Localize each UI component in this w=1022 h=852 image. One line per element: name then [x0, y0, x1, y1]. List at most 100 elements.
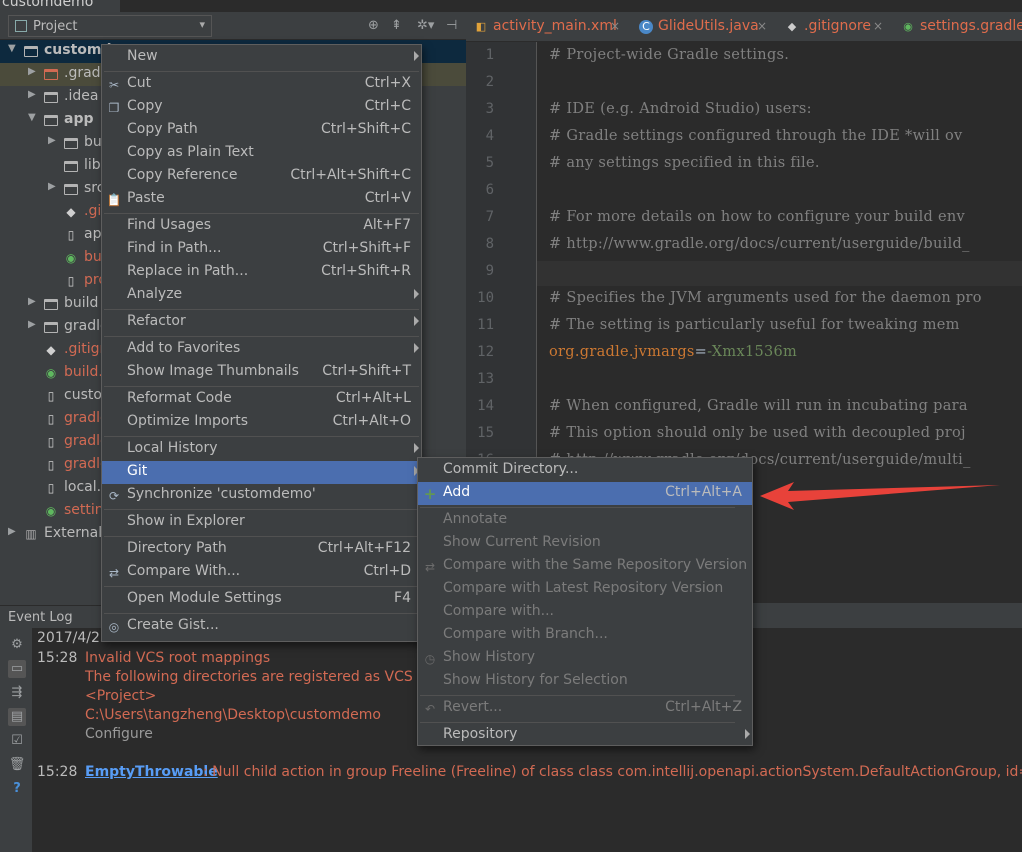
- menu-item-analyze[interactable]: Analyze: [102, 284, 421, 307]
- menu-item-synchronize-customdemo[interactable]: ⟳ Synchronize 'customdemo': [102, 484, 421, 507]
- log-error-message: : Null child action in group Freeline (F…: [203, 764, 1022, 780]
- menu-item-create-gist[interactable]: ◎ Create Gist...: [102, 615, 421, 638]
- menu-item-directory-path[interactable]: Directory Path Ctrl+Alt+F12: [102, 538, 421, 561]
- gear-icon[interactable]: ✲▾: [417, 18, 434, 33]
- close-icon[interactable]: ×: [873, 19, 883, 33]
- menu-item-open-module-settings[interactable]: Open Module Settings F4: [102, 588, 421, 611]
- collapsed-arrow-icon[interactable]: ▶: [28, 319, 36, 330]
- collapsed-arrow-icon[interactable]: ▶: [28, 296, 36, 307]
- menu-item-annotate[interactable]: Annotate: [418, 509, 752, 532]
- menu-item-commit-directory[interactable]: Commit Directory...: [418, 459, 752, 482]
- property-value: -Xmx1536m: [707, 344, 798, 360]
- menu-item-add-to-favorites[interactable]: Add to Favorites: [102, 338, 421, 361]
- menu-separator: [104, 71, 419, 72]
- menu-item-add-icon: +: [423, 485, 437, 503]
- menu-item-local-history[interactable]: Local History: [102, 438, 421, 461]
- folder-icon: [44, 92, 58, 103]
- code-line: # For more details on how to configure y…: [549, 209, 966, 225]
- menu-item-refactor[interactable]: Refactor: [102, 311, 421, 334]
- menu-item-compare-with[interactable]: Compare with...: [418, 601, 752, 624]
- menu-item-add[interactable]: + Add Ctrl+Alt+A: [418, 482, 752, 505]
- expanded-arrow-icon[interactable]: ▼: [8, 43, 16, 54]
- menu-item-revert[interactable]: ↶ Revert... Ctrl+Alt+Z: [418, 697, 752, 720]
- log-error-title: Invalid VCS root mappings: [85, 650, 271, 666]
- scroll-to-end-icon[interactable]: ⇶: [8, 684, 26, 702]
- menu-item-compare-with-branch[interactable]: Compare with Branch...: [418, 624, 752, 647]
- menu-item-commit-directory-label: Commit Directory...: [443, 461, 579, 477]
- log-time: 15:28: [37, 764, 78, 780]
- menu-item-find-usages[interactable]: Find Usages Alt+F7: [102, 215, 421, 238]
- settings-icon[interactable]: ⚙: [8, 636, 26, 654]
- menu-item-git[interactable]: Git: [102, 461, 421, 484]
- tab-gitignore[interactable]: ◆ .gitignore ×: [777, 12, 889, 41]
- collapsed-arrow-icon[interactable]: ▶: [28, 89, 36, 100]
- menu-item-show-history-for-selection[interactable]: Show History for Selection: [418, 670, 752, 693]
- event-log-toolbar: ⚙ ▭ ⇶ ▤ ☑ 🗑 ?: [0, 628, 33, 852]
- empty-throwable-link[interactable]: EmptyThrowable: [85, 764, 218, 780]
- menu-item-copy-reference[interactable]: Copy Reference Ctrl+Alt+Shift+C: [102, 165, 421, 188]
- line-number: 15: [477, 425, 494, 441]
- menu-item-add-to-favorites-label: Add to Favorites: [127, 340, 241, 356]
- tab-activity-main-xml[interactable]: ◧ activity_main.xml ×: [466, 12, 626, 41]
- help-icon[interactable]: ?: [8, 780, 26, 798]
- collapsed-arrow-icon[interactable]: ▶: [48, 181, 56, 192]
- file-icon: ▯: [47, 435, 55, 449]
- menu-item-new[interactable]: New: [102, 46, 421, 69]
- line-number: 7: [485, 209, 494, 225]
- project-view-selector[interactable]: Project ▾: [8, 15, 212, 37]
- close-icon[interactable]: ×: [610, 19, 620, 33]
- menu-item-directory-path-label: Directory Path: [127, 540, 227, 556]
- menu-item-compare-with-latest-repository-version[interactable]: Compare with Latest Repository Version: [418, 578, 752, 601]
- collapsed-arrow-icon[interactable]: ▶: [48, 135, 56, 146]
- menu-separator: [104, 309, 419, 310]
- menu-item-show-image-thumbnails[interactable]: Show Image Thumbnails Ctrl+Shift+T: [102, 361, 421, 384]
- menu-item-show-current-revision[interactable]: Show Current Revision: [418, 532, 752, 555]
- menu-separator: [104, 213, 419, 214]
- code-line: # Gradle settings configured through the…: [549, 128, 963, 144]
- menu-item-show-history[interactable]: ◷ Show History: [418, 647, 752, 670]
- menu-item-find-in-path[interactable]: Find in Path... Ctrl+Shift+F: [102, 238, 421, 261]
- menu-item-show-in-explorer-label: Show in Explorer: [127, 513, 245, 529]
- line-number: 4: [485, 128, 494, 144]
- menu-item-reformat-code[interactable]: Reformat Code Ctrl+Alt+L: [102, 388, 421, 411]
- tab-settings-gradle[interactable]: ◉ settings.gradle: [893, 12, 1022, 41]
- menu-item-cut[interactable]: ✂ Cut Ctrl+X: [102, 73, 421, 96]
- collapsed-arrow-icon[interactable]: ▶: [8, 526, 16, 537]
- trash-icon[interactable]: 🗑: [8, 756, 26, 774]
- hide-panel-icon[interactable]: ⊣: [446, 18, 457, 33]
- folder-icon: [64, 184, 78, 195]
- menu-item-optimize-imports[interactable]: Optimize Imports Ctrl+Alt+O: [102, 411, 421, 434]
- menu-item-copy-path[interactable]: Copy Path Ctrl+Shift+C: [102, 119, 421, 142]
- tab-label: settings.gradle: [920, 18, 1022, 34]
- menu-item-compare-with-the-same-repository-version[interactable]: ⇄ Compare with the Same Repository Versio…: [418, 555, 752, 578]
- collapsed-arrow-icon[interactable]: ▶: [28, 66, 36, 77]
- menu-item-show-history-icon: ◷: [424, 652, 436, 666]
- menu-item-replace-in-path[interactable]: Replace in Path... Ctrl+Shift+R: [102, 261, 421, 284]
- menu-item-copy-as-plain-text[interactable]: Copy as Plain Text: [102, 142, 421, 165]
- log-error-line: C:\Users\tangzheng\Desktop\customdemo: [85, 707, 381, 723]
- mark-read-icon[interactable]: ☑: [8, 732, 26, 750]
- project-view-label: Project: [33, 19, 78, 34]
- configure-link[interactable]: Configure: [85, 726, 153, 742]
- scroll-from-source-icon[interactable]: ⊕: [368, 18, 379, 33]
- line-number: 3: [485, 101, 494, 117]
- menu-item-compare-with-shortcut: Ctrl+D: [363, 563, 411, 579]
- menu-item-cut-icon: ✂: [108, 78, 120, 92]
- expanded-arrow-icon[interactable]: ▼: [28, 112, 36, 123]
- balloon-icon[interactable]: ▭: [8, 660, 26, 678]
- soft-wrap-icon[interactable]: ▤: [8, 708, 26, 726]
- git-submenu: Commit Directory... + Add Ctrl+Alt+A Annotat…: [417, 457, 753, 746]
- tab-glideutils-java[interactable]: C GlideUtils.java ×: [631, 12, 773, 41]
- line-number: 5: [485, 155, 494, 171]
- code-line: # IDE (e.g. Android Studio) users:: [549, 101, 812, 117]
- menu-item-git-label: Git: [127, 463, 148, 479]
- menu-item-paste[interactable]: 📋 Paste Ctrl+V: [102, 188, 421, 211]
- close-icon[interactable]: ×: [757, 19, 767, 33]
- window-title: customdemo: [0, 0, 120, 12]
- menu-item-copy[interactable]: ❐ Copy Ctrl+C: [102, 96, 421, 119]
- menu-item-show-in-explorer[interactable]: Show in Explorer: [102, 511, 421, 534]
- menu-item-repository[interactable]: Repository: [418, 724, 752, 747]
- menu-item-show-history-for-selection-label: Show History for Selection: [443, 672, 628, 688]
- menu-item-compare-with[interactable]: ⇄ Compare With... Ctrl+D: [102, 561, 421, 584]
- collapse-all-icon[interactable]: ⇞: [391, 18, 402, 33]
